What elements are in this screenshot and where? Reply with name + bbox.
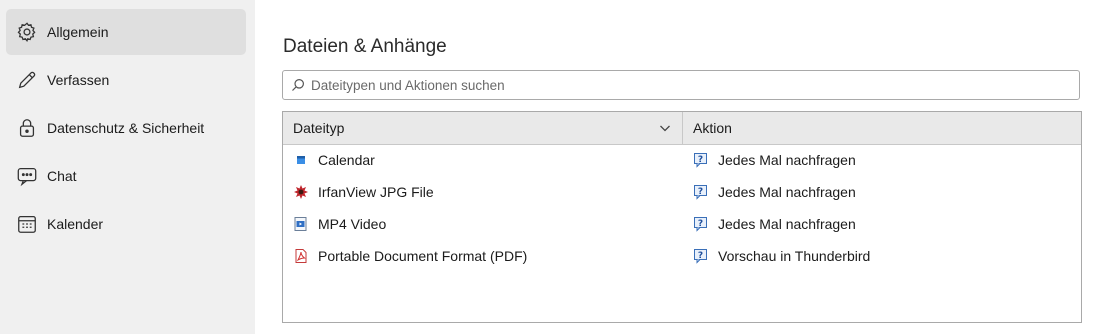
main-content: Dateien & Anhänge Dateityp Aktion [255, 0, 1098, 334]
irfanview-icon [293, 184, 309, 200]
action-label: Jedes Mal nachfragen [718, 184, 856, 200]
sidebar-item-label: Allgemein [47, 24, 109, 40]
pencil-icon [15, 68, 39, 92]
action-label: Vorschau in Thunderbird [718, 248, 871, 264]
svg-text:?: ? [698, 219, 703, 229]
filetype-label: MP4 Video [318, 216, 387, 232]
column-header-action[interactable]: Aktion [683, 112, 1081, 144]
ask-icon: ? [693, 184, 709, 200]
action-cell[interactable]: ? Jedes Mal nachfragen [693, 152, 856, 168]
column-header-label: Dateityp [293, 120, 345, 136]
sidebar-item-label: Chat [47, 168, 77, 184]
table-row[interactable]: Calendar ? Jedes Mal nachfragen [283, 144, 1081, 176]
video-file-icon [293, 216, 309, 232]
sidebar-item-kalender[interactable]: Kalender [6, 201, 246, 247]
action-label: Jedes Mal nachfragen [718, 216, 856, 232]
search-icon [291, 78, 305, 92]
ask-icon: ? [693, 216, 709, 232]
table-header: Dateityp Aktion [283, 112, 1081, 145]
chevron-down-icon [658, 121, 672, 135]
search-box[interactable] [282, 70, 1080, 100]
action-cell[interactable]: ? Jedes Mal nachfragen [693, 184, 856, 200]
filetype-cell: MP4 Video [293, 216, 386, 232]
filetype-cell: IrfanView JPG File [293, 184, 434, 200]
action-cell[interactable]: ? Vorschau in Thunderbird [693, 248, 870, 264]
sidebar-item-label: Verfassen [47, 72, 110, 88]
sidebar: Allgemein Verfassen Datenschutz & Sicher… [0, 0, 255, 334]
lock-icon [15, 116, 39, 140]
action-cell[interactable]: ? Jedes Mal nachfragen [693, 216, 856, 232]
calendar-icon [15, 212, 39, 236]
column-header-label: Aktion [693, 120, 732, 136]
pdf-icon [293, 248, 309, 264]
sidebar-item-label: Datenschutz & Sicherheit [47, 120, 205, 136]
ask-icon: ? [693, 152, 709, 168]
filetype-label: IrfanView JPG File [318, 184, 434, 200]
table-row[interactable]: MP4 Video ? Jedes Mal nachfragen [283, 208, 1081, 240]
sidebar-item-verfassen[interactable]: Verfassen [6, 57, 246, 103]
chat-bubble-icon [15, 164, 39, 188]
search-input[interactable] [309, 76, 1073, 94]
svg-text:?: ? [698, 155, 703, 165]
table-row[interactable]: Portable Document Format (PDF) ? Vorscha… [283, 240, 1081, 272]
sidebar-item-allgemein[interactable]: Allgemein [6, 9, 246, 55]
gear-icon [15, 20, 39, 44]
ask-icon: ? [693, 248, 709, 264]
filetype-cell: Portable Document Format (PDF) [293, 248, 527, 264]
sidebar-item-datenschutz[interactable]: Datenschutz & Sicherheit [6, 105, 246, 151]
calendar-file-icon [293, 152, 309, 168]
filetype-label: Calendar [318, 152, 375, 168]
sidebar-item-chat[interactable]: Chat [6, 153, 246, 199]
table-row[interactable]: IrfanView JPG File ? Jedes Mal nachfrage… [283, 176, 1081, 208]
filetype-table: Dateityp Aktion Calendar ? Jedes Mal nac… [282, 111, 1082, 323]
svg-text:?: ? [698, 187, 703, 197]
action-label: Jedes Mal nachfragen [718, 152, 856, 168]
section-title: Dateien & Anhänge [283, 36, 447, 57]
filetype-label: Portable Document Format (PDF) [318, 248, 528, 264]
column-header-filetype[interactable]: Dateityp [283, 112, 683, 144]
sidebar-item-label: Kalender [47, 216, 104, 232]
svg-text:?: ? [698, 251, 703, 261]
filetype-cell: Calendar [293, 152, 375, 168]
